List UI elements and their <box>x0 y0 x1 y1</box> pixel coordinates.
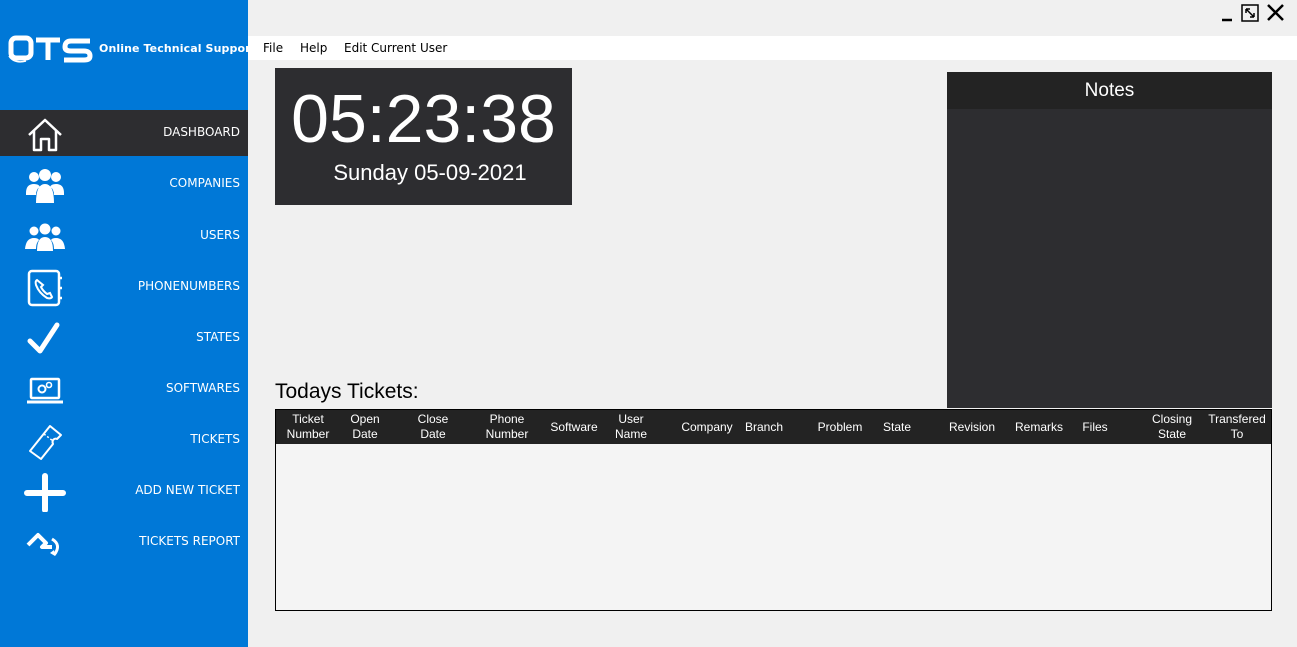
notes-panel[interactable]: Notes <box>947 72 1272 408</box>
column-header-software[interactable]: Software <box>542 410 606 444</box>
column-header-open-date[interactable]: Open Date <box>340 410 390 444</box>
app-window: Online Technical Support DASHBOARD COMPA… <box>0 0 1297 647</box>
column-header-branch[interactable]: Branch <box>740 410 788 444</box>
column-header-state[interactable]: State <box>872 410 922 444</box>
column-header-user-name[interactable]: User Name <box>606 410 656 444</box>
menu-edit-current-user[interactable]: Edit Current User <box>344 41 447 55</box>
sidebar-item-label: USERS <box>200 228 240 242</box>
sidebar-item-add-new-ticket[interactable]: ADD NEW TICKET <box>0 468 248 514</box>
close-icon[interactable] <box>1265 2 1287 24</box>
column-header-files[interactable]: Files <box>1072 410 1118 444</box>
sidebar-item-users[interactable]: USERS <box>0 213 248 259</box>
column-header-remarks[interactable]: Remarks <box>1006 410 1072 444</box>
app-logo: Online Technical Support <box>8 34 256 64</box>
column-header-close-date[interactable]: Close Date <box>398 410 468 444</box>
sidebar-item-label: STATES <box>196 330 240 344</box>
column-header-revision[interactable]: Revision <box>940 410 1004 444</box>
sidebar-item-states[interactable]: STATES <box>0 315 248 361</box>
tickets-table-header: Ticket Number Open Date Close Date Phone Num… <box>276 410 1271 444</box>
users-icon <box>24 217 66 257</box>
ots-logo-mark <box>8 35 93 63</box>
notes-title: Notes <box>947 72 1272 109</box>
minimize-icon[interactable] <box>1217 2 1239 24</box>
sidebar-item-label: TICKETS <box>190 432 240 446</box>
column-header-problem[interactable]: Problem <box>808 410 872 444</box>
tickets-table[interactable]: Ticket Number Open Date Close Date Phone Num… <box>275 409 1272 611</box>
window-controls <box>1217 0 1297 26</box>
sidebar-item-label: PHONENUMBERS <box>137 279 240 293</box>
app-name: Online Technical Support <box>99 42 256 55</box>
menu-file[interactable]: File <box>263 41 283 55</box>
sidebar-item-phonenumbers[interactable]: PHONENUMBERS <box>0 264 248 310</box>
laptop-icon <box>24 370 66 410</box>
column-header-closing-state[interactable]: Closing State <box>1142 410 1202 444</box>
sidebar-item-label: COMPANIES <box>169 176 240 190</box>
plus-icon <box>24 472 66 513</box>
clock-time: 05:23:38 <box>291 81 556 157</box>
sidebar-item-tickets[interactable]: TICKETS <box>0 417 248 463</box>
sidebar-item-label: TICKETS REPORT <box>139 534 240 548</box>
sidebar-item-dashboard[interactable]: DASHBOARD <box>0 110 248 156</box>
sidebar-item-label: ADD NEW TICKET <box>135 483 240 497</box>
clock-date: Sunday 05-09-2021 <box>333 160 527 185</box>
menu-bar: File Help Edit Current User <box>248 36 1297 60</box>
clock-panel: 05:23:38 Sunday 05-09-2021 <box>275 68 572 205</box>
menu-help[interactable]: Help <box>300 41 327 55</box>
column-header-transfered-to[interactable]: Transfered To <box>1202 410 1272 444</box>
restore-icon[interactable] <box>1239 2 1261 24</box>
checkmark-icon <box>24 319 66 359</box>
sidebar-item-label: DASHBOARD <box>163 125 240 139</box>
home-icon <box>24 114 66 154</box>
column-header-ticket-number[interactable]: Ticket Number <box>276 410 340 444</box>
ticket-icon <box>24 421 66 461</box>
group-icon <box>24 165 66 205</box>
sidebar: Online Technical Support DASHBOARD COMPA… <box>0 0 256 647</box>
sidebar-item-companies[interactable]: COMPANIES <box>0 161 248 207</box>
tickets-title: Todays Tickets: <box>275 380 419 403</box>
column-header-company[interactable]: Company <box>674 410 740 444</box>
phonebook-icon <box>24 268 66 308</box>
sidebar-item-label: SOFTWARES <box>165 381 240 395</box>
sidebar-item-softwares[interactable]: SOFTWARES <box>0 366 248 412</box>
ticket-report-icon <box>24 523 66 563</box>
column-header-phone-number[interactable]: Phone Number <box>472 410 542 444</box>
sidebar-item-tickets-report[interactable]: TICKETS REPORT <box>0 519 248 565</box>
